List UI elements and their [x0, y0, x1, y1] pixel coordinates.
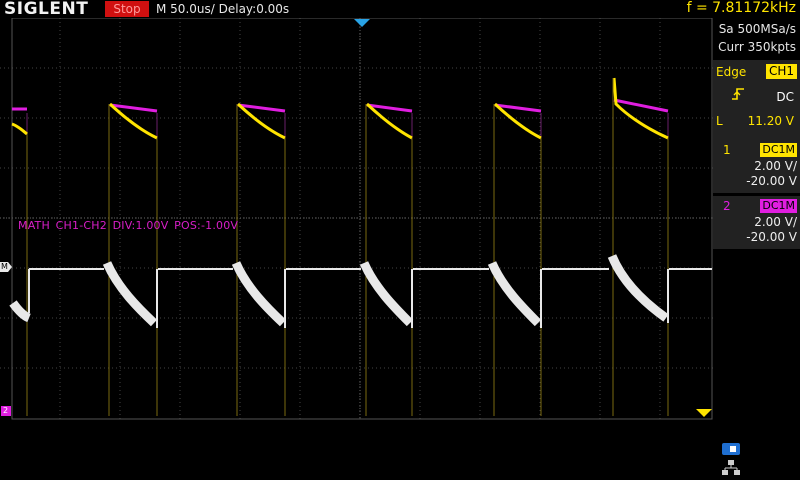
brand-logo: SIGLENT	[4, 0, 89, 19]
right-info-panel: Sa 500MSa/s Curr 350kpts Edge CH1 DC L 1…	[713, 18, 800, 480]
channel-offset: -20.00 V	[746, 230, 797, 244]
timebase-readout[interactable]: M 50.0us/ Delay:0.00s	[156, 1, 289, 17]
trigger-panel[interactable]: Edge CH1 DC L 11.20 V	[713, 60, 800, 148]
trigger-level-marker	[696, 409, 712, 417]
channel-scale: 2.00 V/	[754, 159, 797, 173]
channel-offset: -20.00 V	[746, 174, 797, 188]
frequency-counter: f = 7.81172kHz	[686, 0, 796, 16]
rising-edge-icon	[731, 87, 745, 104]
sample-rate: Sa 500MSa/s	[718, 22, 796, 36]
channel-number: 1	[723, 143, 731, 157]
math-marker-label: M	[1, 262, 8, 271]
ch2-marker-label: 2	[3, 406, 9, 415]
top-status-bar: SIGLENT Stop M 50.0us/ Delay:0.00s f = 7…	[0, 0, 800, 19]
usb-icon	[722, 443, 740, 455]
ch1-trace	[11, 77, 669, 140]
trigger-position-marker	[354, 19, 370, 27]
trigger-level-label: L	[716, 114, 723, 128]
trigger-level: 11.20 V	[747, 114, 794, 128]
channel-scale: 2.00 V/	[754, 215, 797, 229]
trigger-type: Edge	[716, 65, 747, 79]
trigger-source: CH1	[766, 64, 797, 79]
channel-coupling: DC1M	[760, 143, 797, 157]
run-stop-indicator[interactable]: Stop	[105, 1, 149, 17]
channel-coupling: DC1M	[760, 199, 797, 213]
channel-1-panel[interactable]: 1 DC1M 2.00 V/ -20.00 V	[713, 140, 800, 193]
timebase-value: M 50.0us/	[156, 2, 215, 16]
waveform-display[interactable]: MATH CH1-CH2 DIV:1.00V POS:-1.00V M 2	[0, 18, 713, 420]
trigger-coupling: DC	[776, 90, 794, 104]
math-trace	[9, 254, 712, 328]
math-channel-label: MATH CH1-CH2 DIV:1.00V POS:-1.00V	[18, 219, 239, 232]
lan-icon	[722, 460, 740, 476]
delay-value: Delay:0.00s	[218, 2, 290, 16]
channel-2-panel[interactable]: 2 DC1M 2.00 V/ -20.00 V	[713, 196, 800, 249]
channel-number: 2	[723, 199, 731, 213]
memory-depth: Curr 350kpts	[718, 40, 796, 54]
